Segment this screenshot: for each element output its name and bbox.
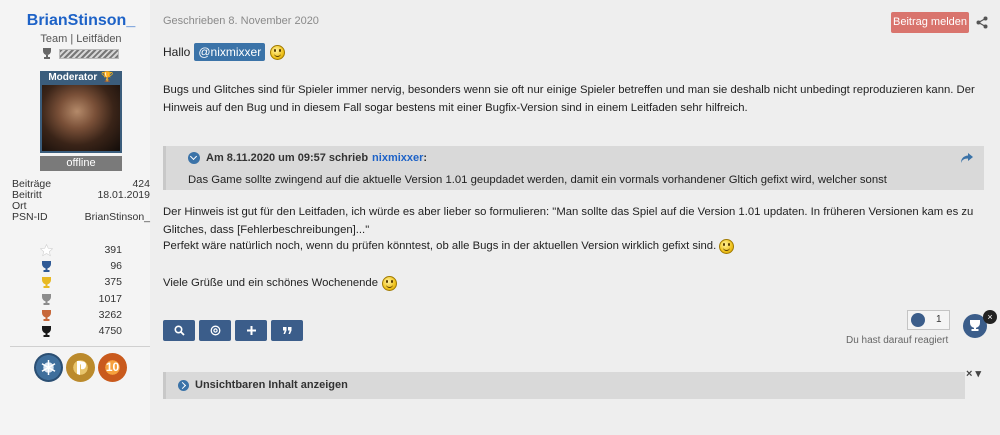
trophy-row-total: 4750: [40, 324, 150, 340]
quote-author-link[interactable]: nixmixxer: [372, 152, 423, 164]
mention-button[interactable]: [199, 320, 231, 341]
quote-text: Das Game sollte zwingend auf die aktuell…: [188, 174, 887, 186]
trophy-count: 391: [104, 244, 122, 256]
greeting-text: Hallo: [163, 45, 191, 59]
platinum-trophy-icon: [42, 261, 51, 273]
hidden-content-toggle[interactable]: Unsichtbaren Inhalt anzeigen: [163, 372, 965, 399]
reaction-count: 1: [936, 314, 942, 325]
reaction-trophy-icon: [911, 313, 925, 327]
mention-link[interactable]: @nixmixxer: [194, 43, 266, 61]
quote-icon: [282, 327, 291, 334]
post-date: Geschrieben 8. November 2020: [163, 15, 319, 27]
quote-header[interactable]: Am 8.11.2020 um 09:57 schrieb nixmixxer:: [188, 152, 427, 164]
post-paragraph: Bugs und Glitches sind für Spieler immer…: [163, 84, 975, 114]
moderator-label: Moderator 🏆: [40, 71, 122, 85]
trophy-list: 391 96 375 1017 3262 4750: [40, 243, 150, 340]
post-paragraph-with-smiley: Perfekt wäre natürlich noch, wenn du prü…: [163, 237, 983, 255]
trophy-row-star: 391: [40, 243, 150, 259]
online-status: offline: [40, 156, 122, 171]
silver-trophy-icon: [42, 293, 51, 305]
smiley-icon: [382, 275, 397, 291]
badge-row: 10: [34, 353, 130, 383]
smiley-icon: [270, 44, 286, 60]
at-icon: [210, 325, 220, 336]
share-icon[interactable]: [976, 16, 988, 29]
level-badge-icon[interactable]: 10: [98, 353, 127, 382]
trophy-row-bronze: 3262: [40, 308, 150, 324]
quote-colon: :: [423, 152, 428, 164]
search-icon: [173, 325, 185, 336]
stat-label: PSN-ID: [12, 211, 48, 223]
post-paragraph: Der Hinweis ist gut für den Leitfaden, i…: [163, 206, 974, 236]
trophy-row-silver: 1017: [40, 292, 150, 308]
hidden-content-label: Unsichtbaren Inhalt anzeigen: [195, 379, 348, 391]
trophy-count: 4750: [98, 324, 122, 337]
post-greeting: Hallo @nixmixxer: [163, 42, 286, 62]
username-link[interactable]: BrianStinson_: [0, 12, 162, 30]
rank-progress-bar: [59, 49, 119, 59]
search-button[interactable]: [163, 320, 195, 341]
reacted-note: Du hast darauf reagiert: [846, 335, 949, 346]
chevron-right-icon: [178, 380, 189, 391]
quote-header-text: Am 8.11.2020 um 09:57 schrieb: [206, 152, 369, 164]
corner-controls[interactable]: × ▾: [966, 367, 981, 380]
user-title: Team | Leitfäden: [40, 33, 122, 45]
rank-row: [39, 47, 121, 61]
remove-reaction-button[interactable]: ×: [983, 310, 997, 324]
trophy-count: 1017: [98, 292, 122, 305]
trophy-count: 3262: [98, 308, 122, 321]
star-icon: [40, 244, 53, 257]
plus-icon: [246, 326, 256, 335]
trophy-row-platinum: 96: [40, 259, 150, 275]
smiley-icon: [719, 238, 735, 254]
moderator-label-text: Moderator: [48, 72, 98, 83]
trophy-count: 96: [110, 260, 122, 273]
chevron-down-icon[interactable]: [188, 152, 200, 164]
sidebar-divider: [10, 346, 150, 347]
avatar-image: [42, 85, 120, 151]
report-post-button[interactable]: Beitrag melden: [891, 12, 969, 33]
stat-row: Beitritt 18.01.2019: [12, 190, 150, 201]
stat-value: BrianStinson_: [84, 211, 150, 223]
post-closing: Viele Grüße und ein schönes Wochenende: [163, 274, 983, 292]
add-button[interactable]: [235, 320, 267, 341]
quote-source-arrow-icon[interactable]: [960, 152, 974, 164]
gold-trophy-icon: [42, 277, 51, 289]
stat-row: PSN-ID BrianStinson_: [12, 212, 150, 223]
trophy-count: 375: [104, 276, 122, 289]
bronze-trophy-icon: [42, 309, 51, 321]
snowflake-badge-icon[interactable]: [34, 353, 63, 382]
reaction-summary[interactable]: 1: [907, 310, 950, 330]
quote-block: Am 8.11.2020 um 09:57 schrieb nixmixxer:…: [163, 146, 984, 190]
rank-trophy-icon: [43, 48, 51, 59]
quote-button[interactable]: [271, 320, 303, 341]
trophy-row-gold: 375: [40, 275, 150, 291]
stat-value: 18.01.2019: [97, 189, 150, 201]
closing-text: Viele Grüße und ein schönes Wochenende: [163, 277, 378, 289]
post-paragraph-text: Perfekt wäre natürlich noch, wenn du prü…: [163, 240, 717, 252]
total-trophy-icon: [42, 325, 51, 337]
moderator-trophy-icon: 🏆: [101, 72, 114, 83]
user-stats: Beiträge 424 Beitritt 18.01.2019 Ort PSN-I…: [12, 179, 150, 223]
playstation-badge-icon[interactable]: [66, 353, 95, 382]
avatar[interactable]: Moderator 🏆: [40, 71, 122, 153]
